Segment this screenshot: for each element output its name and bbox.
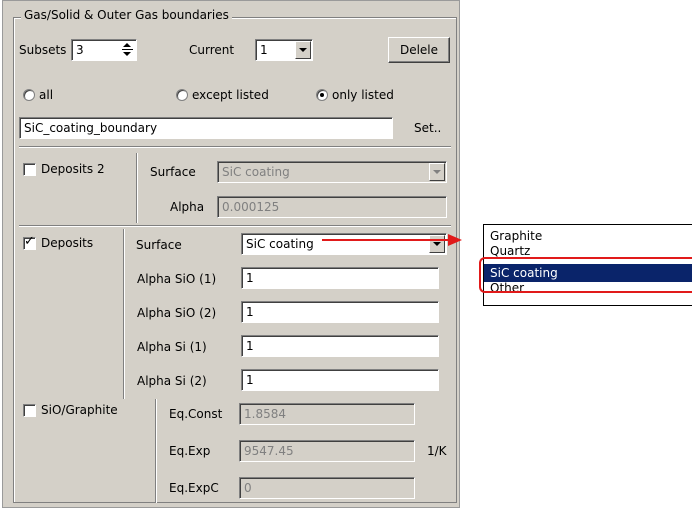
deposits-checkbox[interactable]: ✓	[23, 234, 36, 250]
alpha-si1-label: Alpha Si (1)	[137, 340, 207, 354]
current-value: 1	[260, 43, 268, 57]
chevron-down-icon	[429, 163, 445, 181]
alpha-si1-value: 1	[246, 339, 254, 353]
radio-except-listed[interactable]	[176, 89, 188, 101]
divider	[155, 399, 156, 503]
divider	[19, 225, 451, 226]
deposits2-alpha-value: 0.000125	[222, 200, 280, 214]
eqconst-input: 1.8584	[239, 403, 415, 425]
eqexp-input: 9547.45	[239, 440, 415, 462]
eqexpc-value: 0	[244, 481, 252, 495]
alpha-sio1-label: Alpha SiO (1)	[137, 272, 217, 286]
boundary-name-input[interactable]: SiC_coating_boundary	[19, 117, 393, 139]
radio-only-listed[interactable]	[316, 89, 328, 101]
eqconst-label: Eq.Const	[169, 407, 223, 421]
subsets-input[interactable]: 3	[71, 39, 137, 61]
divider	[19, 146, 451, 147]
sio-graphite-label: SiO/Graphite	[41, 403, 118, 417]
checkmark-icon: ✓	[24, 234, 35, 249]
radio-all[interactable]	[23, 89, 35, 101]
eqexp-label: Eq.Exp	[169, 444, 211, 458]
alpha-sio1-input[interactable]: 1	[241, 267, 439, 289]
deposits2-surface-label: Surface	[150, 165, 196, 179]
deposits2-alpha-label: Alpha	[170, 200, 205, 214]
eqexpc-label: Eq.ExpC	[169, 481, 219, 495]
set-button[interactable]: Set..	[414, 120, 441, 136]
radio-all-label: all	[39, 88, 54, 102]
chevron-down-icon[interactable]	[295, 41, 311, 59]
spin-up-icon[interactable]	[123, 43, 131, 47]
eqexp-value: 9547.45	[244, 444, 294, 458]
eqexpc-input: 0	[239, 477, 415, 499]
deposits-label: Deposits	[41, 236, 94, 250]
dropdown-option-graphite[interactable]: Graphite	[484, 227, 692, 245]
alpha-si2-input[interactable]: 1	[241, 369, 439, 391]
subsets-value: 3	[76, 43, 84, 57]
deposits2-alpha-input: 0.000125	[217, 196, 447, 218]
boundary-settings-panel: Gas/Solid & Outer Gas boundaries Subsets…	[2, 0, 460, 508]
current-select[interactable]: 1	[255, 39, 313, 61]
annotation-arrow	[322, 234, 462, 246]
deposits2-surface-select: SiC coating	[217, 161, 447, 183]
deposits2-surface-value: SiC coating	[222, 165, 290, 179]
alpha-si2-label: Alpha Si (2)	[137, 374, 207, 388]
deposits2-label: Deposits 2	[41, 162, 105, 176]
spin-down-icon[interactable]	[123, 52, 131, 56]
divider	[136, 153, 137, 223]
alpha-si1-input[interactable]: 1	[241, 335, 439, 357]
current-label: Current	[189, 43, 235, 57]
radio-selected-dot	[320, 93, 324, 97]
eqexp-unit: 1/K	[427, 444, 447, 458]
alpha-sio2-input[interactable]: 1	[241, 301, 439, 323]
highlight-box	[479, 257, 692, 293]
arrow-head	[448, 234, 462, 246]
subsets-label: Subsets	[19, 43, 67, 57]
eqconst-value: 1.8584	[244, 407, 286, 421]
delete-button[interactable]: Delele	[388, 37, 450, 63]
sio-graphite-checkbox[interactable]	[23, 404, 36, 417]
alpha-sio2-label: Alpha SiO (2)	[137, 306, 217, 320]
group-title: Gas/Solid & Outer Gas boundaries	[21, 7, 232, 23]
deposits-surface-value: SiC coating	[246, 237, 314, 251]
divider	[123, 229, 124, 399]
spin-divider	[122, 49, 133, 50]
deposits-surface-label: Surface	[136, 238, 182, 252]
subsets-spinner[interactable]	[121, 41, 135, 59]
radio-except-label: except listed	[192, 88, 269, 102]
dropdown-option-quartz[interactable]: Quartz	[484, 245, 692, 257]
alpha-si2-value: 1	[246, 373, 254, 387]
alpha-sio1-value: 1	[246, 271, 254, 285]
alpha-sio2-value: 1	[246, 305, 254, 319]
radio-only-label: only listed	[332, 88, 394, 102]
deposits2-checkbox[interactable]	[23, 163, 36, 176]
boundary-name-value: SiC_coating_boundary	[24, 121, 158, 135]
